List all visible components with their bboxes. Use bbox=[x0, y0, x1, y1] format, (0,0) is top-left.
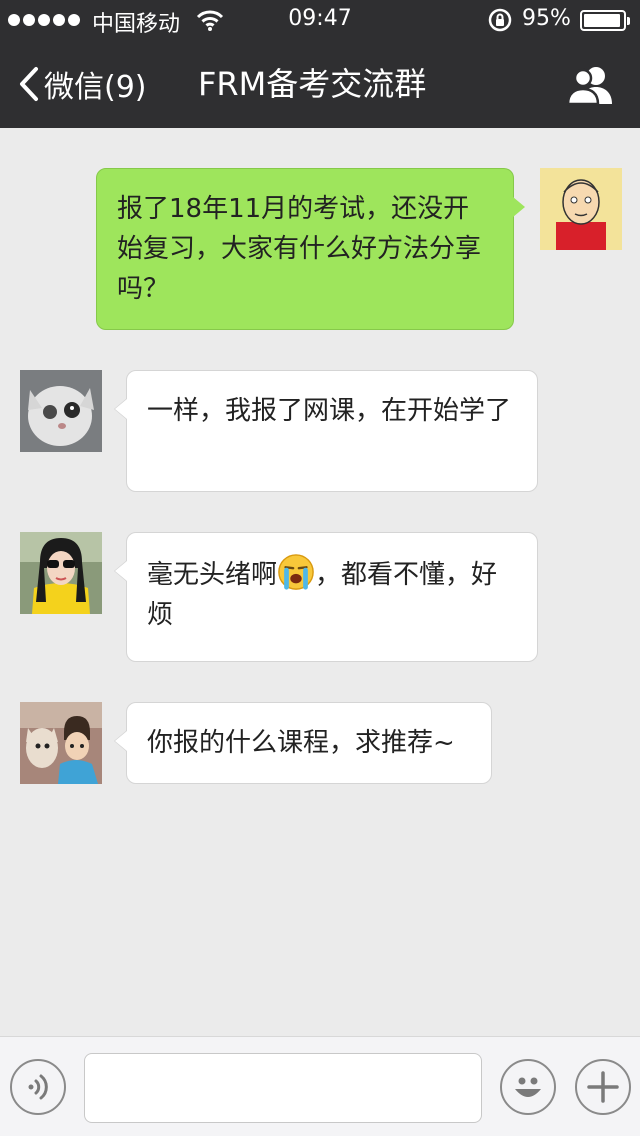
battery-icon bbox=[580, 10, 630, 31]
chevron-left-icon bbox=[20, 67, 38, 101]
message-bubble-incoming[interactable]: 你报的什么课程，求推荐~ bbox=[114, 702, 492, 784]
woman-sunglasses-avatar[interactable] bbox=[20, 532, 102, 614]
message-text: 报了18年11月的考试，还没开始复习，大家有什么好方法分享吗？ bbox=[117, 194, 482, 304]
child-with-dog-avatar[interactable] bbox=[20, 702, 102, 784]
message-input[interactable] bbox=[84, 1053, 482, 1123]
back-label: 微信(9) bbox=[44, 70, 147, 105]
message-bubble-incoming[interactable]: 一样，我报了网课，在开始学了 bbox=[114, 370, 538, 492]
nav-bar: 微信(9) FRM备考交流群 bbox=[0, 40, 640, 128]
group-members-icon[interactable] bbox=[566, 64, 614, 106]
plus-icon bbox=[587, 1071, 619, 1103]
emoji-button[interactable] bbox=[500, 1059, 556, 1115]
voice-icon bbox=[28, 1074, 48, 1100]
message-text-before: 毫无头绪啊 bbox=[147, 560, 278, 590]
input-bar bbox=[0, 1036, 640, 1136]
message-bubble-incoming[interactable]: 毫无头绪啊 ，都看不懂，好烦 bbox=[114, 532, 538, 662]
chat-title: FRM备考交流群 bbox=[198, 65, 427, 103]
cat-avatar[interactable] bbox=[20, 370, 102, 452]
back-button[interactable]: 微信(9) bbox=[18, 62, 147, 106]
voice-button[interactable] bbox=[10, 1059, 66, 1115]
crying-face-emoji bbox=[278, 554, 314, 590]
rotation-lock-icon bbox=[488, 8, 512, 32]
cartoon-man-avatar[interactable] bbox=[540, 168, 622, 250]
emoji-icon bbox=[515, 1077, 541, 1097]
message-text: 你报的什么课程，求推荐~ bbox=[147, 728, 455, 758]
status-bar: 中国移动 09:47 95% bbox=[0, 0, 640, 40]
plus-button[interactable] bbox=[575, 1059, 631, 1115]
message-text: 一样，我报了网课，在开始学了 bbox=[147, 396, 512, 426]
message-bubble-outgoing[interactable]: 报了18年11月的考试，还没开始复习，大家有什么好方法分享吗？ bbox=[96, 168, 525, 330]
battery-percent: 95% bbox=[522, 6, 571, 31]
